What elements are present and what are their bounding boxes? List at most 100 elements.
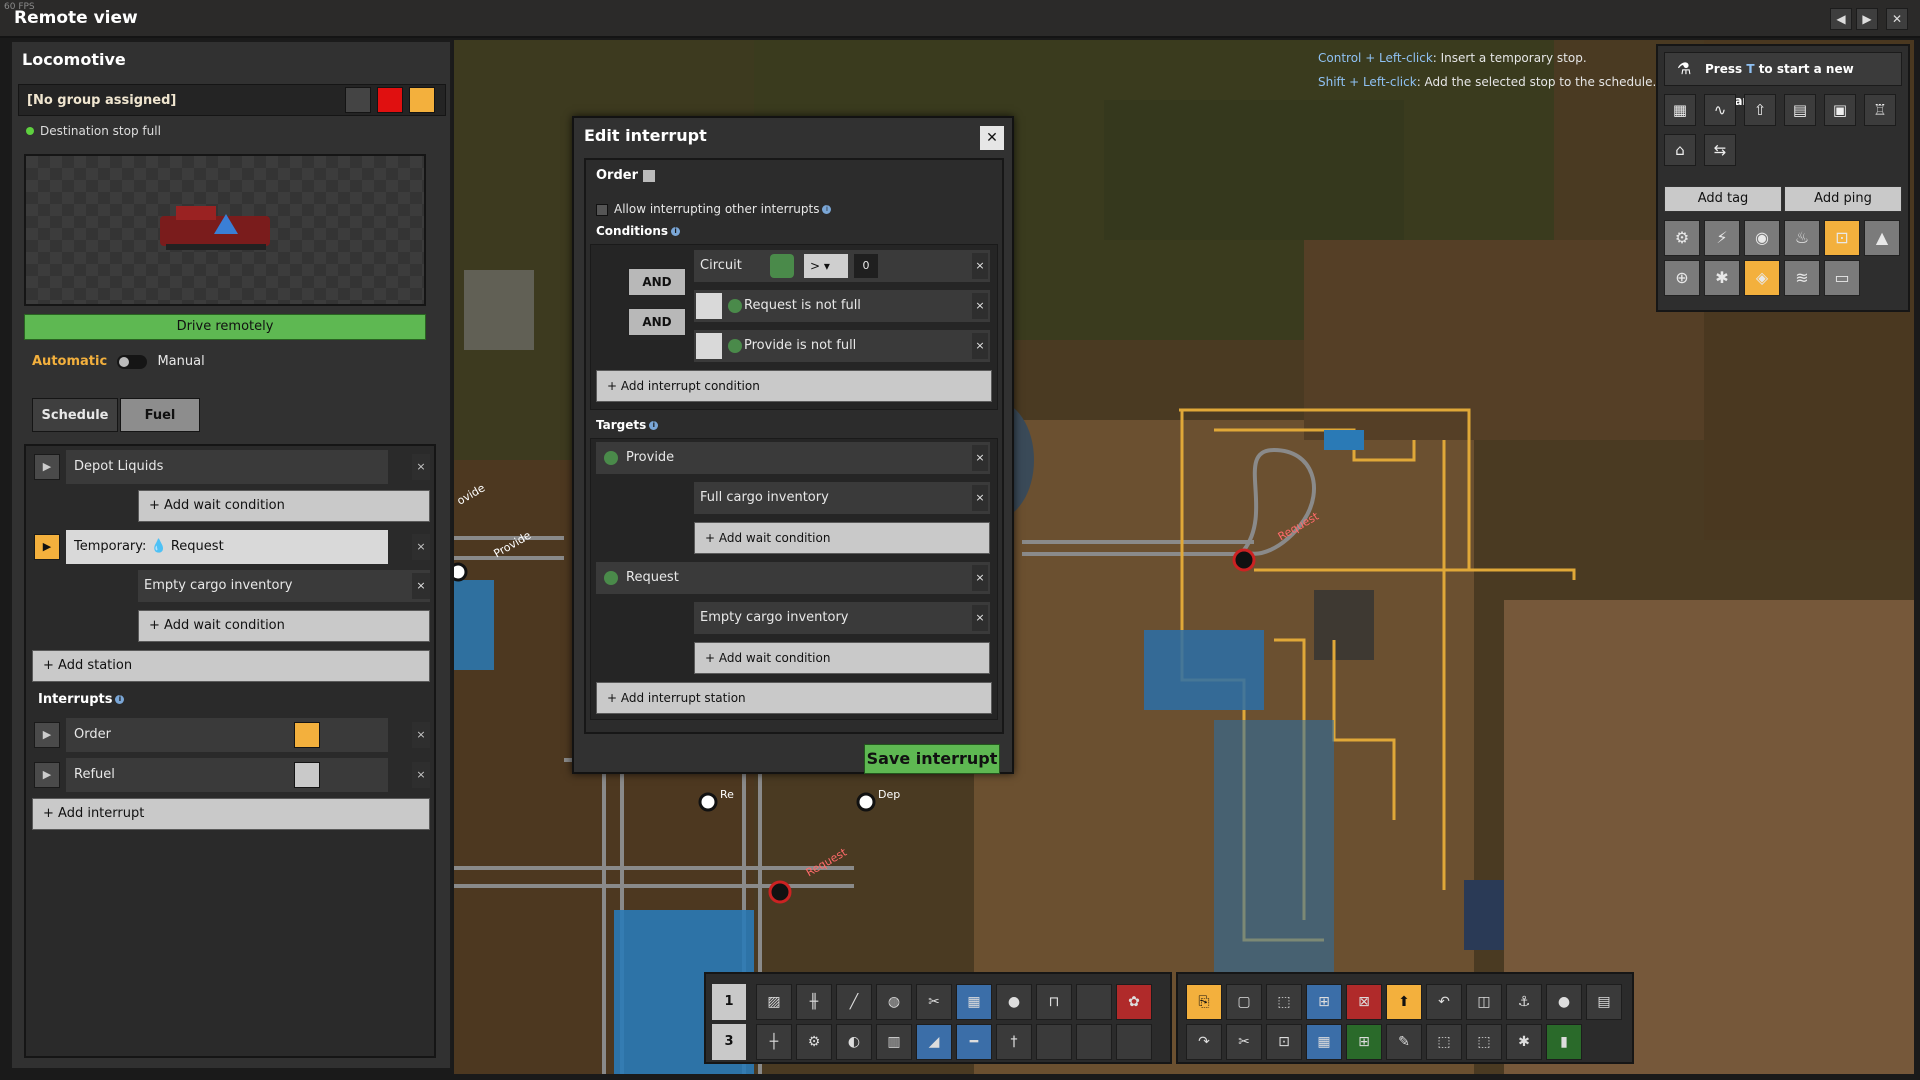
belt-icon[interactable]: ◫ bbox=[1466, 984, 1502, 1020]
remove-icon[interactable]: × bbox=[412, 454, 430, 480]
drive-remotely-button[interactable]: Drive remotely bbox=[24, 314, 426, 340]
remove-icon[interactable]: × bbox=[972, 565, 988, 591]
lamp-slot-icon[interactable]: † bbox=[996, 1024, 1032, 1060]
mode-switch[interactable]: Automatic Manual bbox=[32, 354, 205, 369]
rail-planner-icon[interactable]: ╱ bbox=[836, 984, 872, 1020]
save-interrupt-button[interactable]: Save interrupt bbox=[864, 744, 1000, 774]
wagon-shortcut-icon[interactable]: ▭ bbox=[1824, 260, 1860, 296]
remove-icon[interactable]: × bbox=[972, 485, 988, 511]
play-icon[interactable]: ▶ bbox=[34, 722, 60, 748]
color-swatch[interactable] bbox=[377, 87, 403, 113]
target-station-row[interactable]: Provide × bbox=[596, 442, 990, 474]
blueprint-slot-icon[interactable]: ━ bbox=[956, 1024, 992, 1060]
empty-slot[interactable] bbox=[1076, 1024, 1112, 1060]
play-icon[interactable]: ▶ bbox=[34, 534, 60, 560]
remove-icon[interactable]: × bbox=[412, 534, 430, 560]
allow-interrupting-checkbox[interactable]: Allow interrupting other interrupts i bbox=[596, 202, 832, 216]
edit-pencil-icon[interactable] bbox=[696, 333, 722, 359]
library-icon[interactable]: ▤ bbox=[1586, 984, 1622, 1020]
belt-shortcut-icon[interactable]: ≋ bbox=[1784, 260, 1820, 296]
quickbar-row-3[interactable]: 3 bbox=[712, 1024, 746, 1060]
rail-shortcut-icon[interactable]: ⊡ bbox=[1824, 220, 1860, 256]
add-wait-condition-button[interactable]: + Add wait condition bbox=[138, 610, 430, 642]
empty-slot[interactable] bbox=[1036, 1024, 1072, 1060]
add-interrupt-station-button[interactable]: + Add interrupt station bbox=[596, 682, 992, 714]
remove-icon[interactable]: × bbox=[972, 445, 988, 471]
fire-shortcut-icon[interactable]: ♨ bbox=[1784, 220, 1820, 256]
vehicle-slot-icon[interactable]: ◍ bbox=[876, 984, 912, 1020]
constant-input[interactable]: 0 bbox=[854, 254, 878, 278]
remove-icon[interactable]: × bbox=[412, 722, 430, 748]
add-tag-button[interactable]: Add tag bbox=[1664, 186, 1782, 212]
pole-shortcut-icon[interactable]: ⚡ bbox=[1704, 220, 1740, 256]
remove-icon[interactable]: × bbox=[412, 762, 430, 788]
scissors-icon[interactable]: ✂ bbox=[1226, 1024, 1262, 1060]
interrupt-row[interactable]: ▶ Order × bbox=[32, 718, 430, 752]
target-wait-condition-row[interactable]: Empty cargo inventory × bbox=[694, 602, 990, 634]
undo-icon[interactable]: ↶ bbox=[1426, 984, 1462, 1020]
edit-pencil-icon[interactable] bbox=[294, 722, 320, 748]
trophy-icon[interactable]: ♖ bbox=[1864, 94, 1896, 126]
signal-icon[interactable] bbox=[770, 254, 794, 278]
empty-slot[interactable] bbox=[1076, 984, 1112, 1020]
add-wait-condition-button[interactable]: + Add wait condition bbox=[694, 642, 990, 674]
assembler-slot-icon[interactable]: ⚙ bbox=[796, 1024, 832, 1060]
add-interrupt-button[interactable]: + Add interrupt bbox=[32, 798, 430, 830]
train-stop-slot-icon[interactable]: ⊓ bbox=[1036, 984, 1072, 1020]
rock-slot-icon[interactable]: ● bbox=[996, 984, 1032, 1020]
spider-shortcut-icon[interactable]: ✱ bbox=[1704, 260, 1740, 296]
add-wait-condition-button[interactable]: + Add wait condition bbox=[694, 522, 990, 554]
operator-select[interactable]: > ▾ bbox=[804, 254, 848, 278]
condition-row[interactable]: Request is not full × bbox=[694, 290, 990, 322]
tab-schedule[interactable]: Schedule bbox=[32, 398, 118, 432]
circuit-condition-row[interactable]: Circuit > ▾ 0 × bbox=[694, 250, 990, 282]
spidertron-icon[interactable]: ✱ bbox=[1506, 1024, 1542, 1060]
remove-icon[interactable]: × bbox=[972, 293, 988, 319]
stats-icon[interactable]: ∿ bbox=[1704, 94, 1736, 126]
drag-icon[interactable]: ⬚ bbox=[1466, 1024, 1502, 1060]
add-ping-button[interactable]: Add ping bbox=[1784, 186, 1902, 212]
pump-slot-icon[interactable]: ◐ bbox=[836, 1024, 872, 1060]
and-toggle-button[interactable]: AND bbox=[628, 308, 686, 336]
blueprint-slot-icon[interactable]: ▦ bbox=[956, 984, 992, 1020]
research-button[interactable]: ⚗ Press T to start a new research. bbox=[1664, 52, 1902, 108]
copy-paste-icon[interactable]: ⎘ bbox=[1186, 984, 1222, 1020]
schedule-station-row[interactable]: ▶ Temporary: 💧 Request × bbox=[32, 530, 430, 564]
edit-pencil-icon[interactable] bbox=[294, 762, 320, 788]
select-icon[interactable]: ⬚ bbox=[1266, 984, 1302, 1020]
next-arrow-icon[interactable]: ▶ bbox=[1856, 8, 1878, 30]
wire-icon[interactable]: ✎ bbox=[1386, 1024, 1422, 1060]
remove-icon[interactable]: × bbox=[972, 253, 988, 279]
add-interrupt-condition-button[interactable]: + Add interrupt condition bbox=[596, 370, 992, 402]
entity-shortcut-icon[interactable]: ⚙ bbox=[1664, 220, 1700, 256]
anchor-icon[interactable]: ⚓ bbox=[1506, 984, 1542, 1020]
empty-slot[interactable] bbox=[1116, 1024, 1152, 1060]
location-pin-icon[interactable]: ⊕ bbox=[1664, 260, 1700, 296]
blueprint-book-icon[interactable]: ▦ bbox=[1306, 1024, 1342, 1060]
deconstruction-slot-icon[interactable]: ✿ bbox=[1116, 984, 1152, 1020]
interrupt-row[interactable]: ▶ Refuel × bbox=[32, 758, 430, 792]
network-icon[interactable]: ⇆ bbox=[1704, 134, 1736, 166]
tools-slot-icon[interactable]: ✂ bbox=[916, 984, 952, 1020]
and-toggle-button[interactable]: AND bbox=[628, 268, 686, 296]
schedule-station-row[interactable]: ▶ Depot Liquids × bbox=[32, 450, 430, 484]
train-icon[interactable]: ▣ bbox=[1824, 94, 1856, 126]
map-icon[interactable]: ▦ bbox=[1664, 94, 1696, 126]
select-tile-icon[interactable]: ⬚ bbox=[1426, 1024, 1462, 1060]
cut-icon[interactable]: ▢ bbox=[1226, 984, 1262, 1020]
play-icon[interactable]: ▶ bbox=[34, 454, 60, 480]
upgrade-planner-icon[interactable]: ⬆ bbox=[1386, 984, 1422, 1020]
rename-icon[interactable] bbox=[642, 169, 655, 182]
tank-slot-icon[interactable]: ▥ bbox=[876, 1024, 912, 1060]
turret-shortcut-icon[interactable]: ▲ bbox=[1864, 220, 1900, 256]
furnace-slot-icon[interactable]: ▨ bbox=[756, 984, 792, 1020]
close-window-button[interactable]: ✕ bbox=[1886, 8, 1908, 30]
mode-toggle[interactable] bbox=[117, 354, 148, 369]
battery-icon[interactable]: ▮ bbox=[1546, 1024, 1582, 1060]
condition-row[interactable]: Provide is not full × bbox=[694, 330, 990, 362]
close-icon[interactable]: ✕ bbox=[980, 126, 1004, 150]
play-icon[interactable]: ▶ bbox=[34, 762, 60, 788]
deconstruct-icon[interactable]: ⊠ bbox=[1346, 984, 1382, 1020]
checkbox-icon[interactable] bbox=[596, 203, 608, 216]
locomotive-preview[interactable] bbox=[24, 154, 426, 306]
